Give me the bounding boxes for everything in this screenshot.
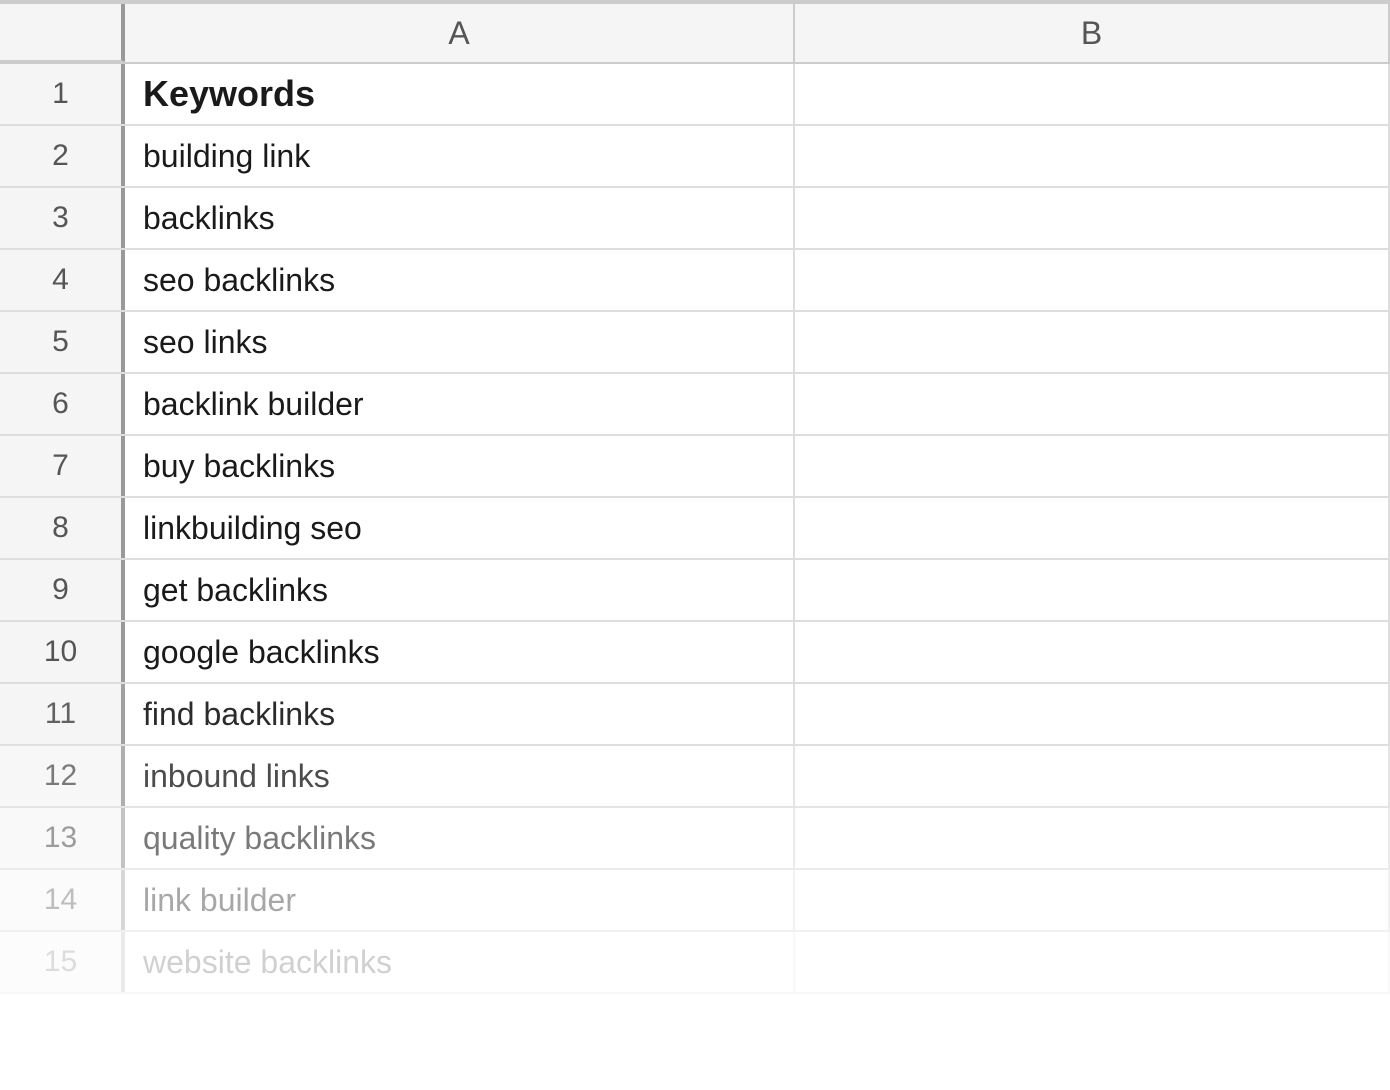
cell-a10[interactable]: google backlinks [125, 622, 795, 682]
cell-a12[interactable]: inbound links [125, 746, 795, 806]
row-header[interactable]: 5 [0, 312, 125, 372]
table-row: 12 inbound links [0, 746, 1390, 808]
cell-a2[interactable]: building link [125, 126, 795, 186]
cell-a13[interactable]: quality backlinks [125, 808, 795, 868]
cell-b9[interactable] [795, 560, 1390, 620]
column-header-row: A B [0, 4, 1390, 64]
table-row: 14 link builder [0, 870, 1390, 932]
cell-b10[interactable] [795, 622, 1390, 682]
row-header[interactable]: 3 [0, 188, 125, 248]
cell-a4[interactable]: seo backlinks [125, 250, 795, 310]
row-header[interactable]: 7 [0, 436, 125, 496]
cell-b3[interactable] [795, 188, 1390, 248]
cell-b7[interactable] [795, 436, 1390, 496]
table-row: 11 find backlinks [0, 684, 1390, 746]
cell-a11[interactable]: find backlinks [125, 684, 795, 744]
column-header-a[interactable]: A [125, 4, 795, 62]
cell-b13[interactable] [795, 808, 1390, 868]
data-rows: 1 Keywords 2 building link 3 backlinks 4… [0, 64, 1390, 994]
row-header[interactable]: 4 [0, 250, 125, 310]
row-header[interactable]: 14 [0, 870, 125, 930]
table-row: 10 google backlinks [0, 622, 1390, 684]
cell-b4[interactable] [795, 250, 1390, 310]
cell-a6[interactable]: backlink builder [125, 374, 795, 434]
row-header[interactable]: 9 [0, 560, 125, 620]
table-row: 1 Keywords [0, 64, 1390, 126]
table-row: 2 building link [0, 126, 1390, 188]
cell-b11[interactable] [795, 684, 1390, 744]
cell-b8[interactable] [795, 498, 1390, 558]
row-header[interactable]: 15 [0, 932, 125, 992]
cell-b14[interactable] [795, 870, 1390, 930]
cell-a8[interactable]: linkbuilding seo [125, 498, 795, 558]
cell-b2[interactable] [795, 126, 1390, 186]
table-row: 6 backlink builder [0, 374, 1390, 436]
table-row: 8 linkbuilding seo [0, 498, 1390, 560]
cell-a7[interactable]: buy backlinks [125, 436, 795, 496]
cell-b6[interactable] [795, 374, 1390, 434]
cell-b12[interactable] [795, 746, 1390, 806]
cell-a3[interactable]: backlinks [125, 188, 795, 248]
table-row: 15 website backlinks [0, 932, 1390, 994]
cell-a9[interactable]: get backlinks [125, 560, 795, 620]
row-header[interactable]: 11 [0, 684, 125, 744]
table-row: 9 get backlinks [0, 560, 1390, 622]
cell-b5[interactable] [795, 312, 1390, 372]
cell-b15[interactable] [795, 932, 1390, 992]
table-row: 13 quality backlinks [0, 808, 1390, 870]
cell-a14[interactable]: link builder [125, 870, 795, 930]
spreadsheet: A B 1 Keywords 2 building link 3 backlin… [0, 0, 1390, 1090]
row-header[interactable]: 2 [0, 126, 125, 186]
row-header[interactable]: 10 [0, 622, 125, 682]
table-row: 5 seo links [0, 312, 1390, 374]
row-header[interactable]: 12 [0, 746, 125, 806]
row-header[interactable]: 8 [0, 498, 125, 558]
corner-cell[interactable] [0, 4, 125, 62]
row-header[interactable]: 1 [0, 64, 125, 124]
row-header[interactable]: 13 [0, 808, 125, 868]
table-row: 4 seo backlinks [0, 250, 1390, 312]
table-row: 3 backlinks [0, 188, 1390, 250]
cell-b1[interactable] [795, 64, 1390, 124]
column-header-b[interactable]: B [795, 4, 1390, 62]
table-row: 7 buy backlinks [0, 436, 1390, 498]
cell-a15[interactable]: website backlinks [125, 932, 795, 992]
cell-a5[interactable]: seo links [125, 312, 795, 372]
cell-a1[interactable]: Keywords [125, 64, 795, 124]
row-header[interactable]: 6 [0, 374, 125, 434]
